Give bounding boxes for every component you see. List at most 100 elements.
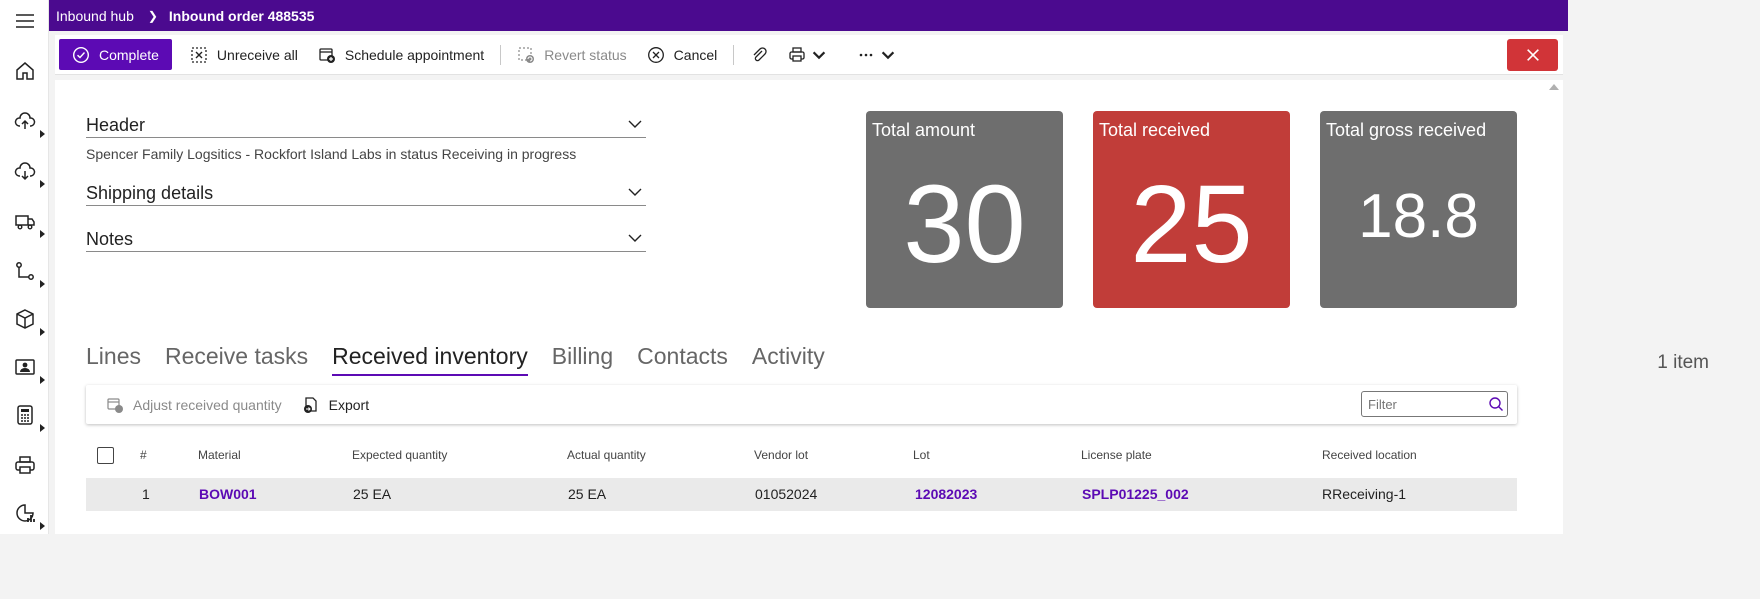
- search-icon[interactable]: [1488, 396, 1504, 412]
- column-header-received-location[interactable]: Received location: [1322, 440, 1417, 470]
- lot-link[interactable]: 12082023: [915, 478, 977, 511]
- export-label: Export: [328, 396, 370, 413]
- filter-box: [1361, 391, 1508, 417]
- calculator-icon[interactable]: [12, 402, 45, 432]
- adjust-received-quantity-button[interactable]: Adjust received quantity: [106, 396, 282, 414]
- command-bar: Complete Unreceive all Schedule appointm…: [55, 35, 1563, 75]
- table-header: # Material Expected quantity Actual quan…: [86, 440, 1517, 470]
- breadcrumb-chevron-icon: ❯: [147, 8, 158, 23]
- chevron-down-icon: [882, 51, 895, 59]
- column-header-actual-quantity[interactable]: Actual quantity: [567, 440, 646, 470]
- revert-status-button[interactable]: Revert status: [507, 39, 636, 70]
- more-icon: [859, 53, 873, 56]
- header-section-title: Header: [86, 115, 146, 135]
- cloud-download-icon[interactable]: [12, 158, 45, 188]
- menu-icon[interactable]: [12, 8, 38, 34]
- table-row[interactable]: 1 BOW001 25 EA 25 EA 01052024 12082023 S…: [86, 478, 1517, 511]
- received-location-cell: RReceiving-1: [1322, 486, 1407, 502]
- tab-receive-tasks[interactable]: Receive tasks: [165, 343, 308, 376]
- unreceive-all-label: Unreceive all: [216, 46, 298, 63]
- unreceive-icon: [191, 46, 207, 63]
- export-button[interactable]: Export: [302, 396, 369, 414]
- column-header-vendor-lot[interactable]: Vendor lot: [754, 440, 808, 470]
- vendor-lot-cell: 01052024: [755, 486, 818, 502]
- scroll-up-arrow[interactable]: [1549, 84, 1559, 90]
- material-link[interactable]: BOW001: [199, 478, 257, 511]
- schedule-appointment-button[interactable]: Schedule appointment: [308, 39, 494, 70]
- column-header-number[interactable]: #: [140, 440, 147, 470]
- printer-icon[interactable]: [12, 452, 38, 478]
- complete-button[interactable]: Complete: [59, 39, 172, 70]
- tile-value: 30: [903, 163, 1026, 286]
- top-bar: Inbound hub ❯ Inbound order 488535: [49, 0, 1568, 31]
- check-circle-icon: [72, 46, 90, 63]
- chevron-down-icon: [628, 120, 642, 128]
- truck-icon[interactable]: [12, 208, 45, 238]
- breadcrumb-current: Inbound order 488535: [168, 7, 315, 24]
- calendar-add-icon: [319, 47, 335, 63]
- tile-label: Total gross received: [1326, 120, 1487, 140]
- attach-button[interactable]: [740, 39, 778, 70]
- home-icon[interactable]: [12, 58, 38, 84]
- printer-icon: [789, 46, 805, 62]
- adjust-icon: [107, 397, 123, 413]
- flow-icon[interactable]: [12, 258, 45, 288]
- tile-value: 18.8: [1358, 182, 1479, 251]
- tab-lines[interactable]: Lines: [86, 343, 141, 376]
- close-button[interactable]: [1507, 39, 1558, 71]
- cancel-circle-icon: [647, 46, 664, 63]
- complete-label: Complete: [99, 46, 159, 63]
- breadcrumb-parent[interactable]: Inbound hub: [56, 8, 134, 24]
- export-icon: [303, 396, 317, 413]
- box-icon[interactable]: [12, 306, 45, 336]
- column-header-license-plate[interactable]: License plate: [1081, 440, 1152, 470]
- close-icon: [1526, 49, 1539, 61]
- chevron-down-icon: [813, 51, 826, 59]
- column-header-lot[interactable]: Lot: [913, 440, 930, 470]
- expected-quantity-cell: 25 EA: [353, 486, 392, 502]
- toolbar-divider: [500, 44, 502, 65]
- grid-toolbar: Adjust received quantity Export: [86, 385, 1517, 424]
- side-rail: [0, 0, 49, 534]
- cancel-label: Cancel: [673, 46, 718, 63]
- total-gross-received-tile: Total gross received 18.8: [1320, 111, 1517, 308]
- total-amount-tile: Total amount 30: [866, 111, 1063, 308]
- item-count: 1 item: [1657, 352, 1709, 373]
- column-header-material[interactable]: Material: [198, 440, 241, 470]
- chevron-down-icon: [628, 234, 642, 242]
- tile-label: Total received: [1099, 120, 1211, 140]
- shipping-details-section[interactable]: Shipping details: [86, 180, 646, 206]
- revert-status-label: Revert status: [544, 46, 627, 63]
- license-plate-link[interactable]: SPLP01225_002: [1082, 478, 1189, 511]
- filter-input[interactable]: [1368, 396, 1486, 412]
- header-summary: Spencer Family Logsitics - Rockfort Isla…: [86, 146, 577, 162]
- tab-contacts[interactable]: Contacts: [637, 343, 728, 376]
- toolbar-divider: [733, 44, 735, 65]
- header-section[interactable]: Header: [86, 112, 646, 138]
- tile-label: Total amount: [872, 120, 976, 140]
- chevron-down-icon: [628, 188, 642, 196]
- tab-billing[interactable]: Billing: [552, 343, 613, 376]
- adjust-received-quantity-label: Adjust received quantity: [133, 396, 282, 413]
- schedule-appointment-label: Schedule appointment: [344, 46, 485, 63]
- tab-received-inventory[interactable]: Received inventory: [332, 343, 528, 376]
- print-menu-button[interactable]: [778, 39, 847, 70]
- shipping-details-title: Shipping details: [86, 183, 214, 203]
- total-received-tile: Total received 25: [1093, 111, 1290, 308]
- more-options-button[interactable]: [847, 39, 916, 70]
- unreceive-all-button[interactable]: Unreceive all: [180, 39, 308, 70]
- report-icon[interactable]: [12, 500, 45, 530]
- tab-activity[interactable]: Activity: [752, 343, 825, 376]
- paperclip-icon: [753, 46, 767, 61]
- select-all-checkbox[interactable]: [97, 447, 114, 464]
- notes-title: Notes: [86, 229, 134, 249]
- notes-section[interactable]: Notes: [86, 226, 646, 252]
- tab-bar: Lines Receive tasks Received inventory B…: [86, 343, 849, 376]
- tile-value: 25: [1130, 163, 1253, 286]
- contact-card-icon[interactable]: [12, 354, 45, 384]
- column-header-expected-quantity[interactable]: Expected quantity: [352, 440, 447, 470]
- actual-quantity-cell: 25 EA: [568, 486, 607, 502]
- cancel-button[interactable]: Cancel: [637, 39, 728, 70]
- revert-icon: [518, 46, 535, 63]
- cloud-upload-icon[interactable]: [12, 108, 45, 138]
